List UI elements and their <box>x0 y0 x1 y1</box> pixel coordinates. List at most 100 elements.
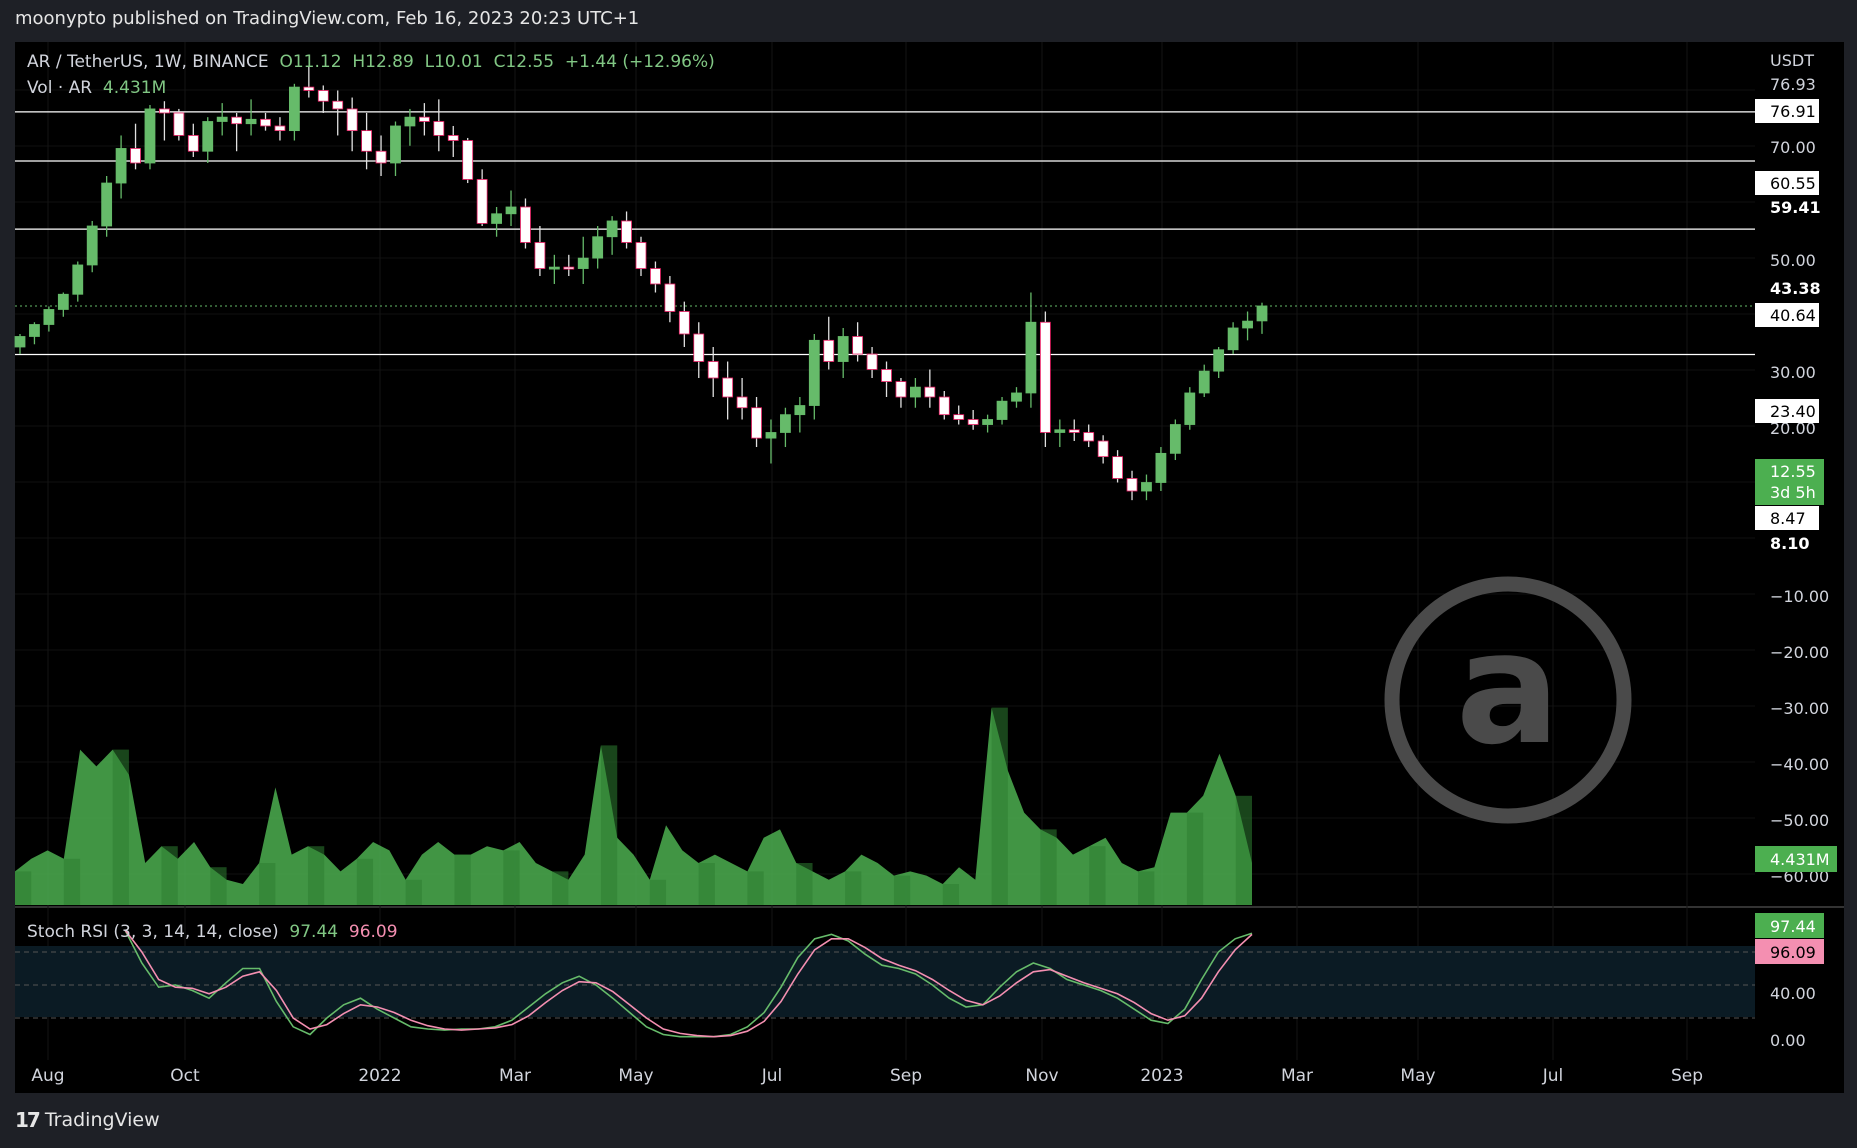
volume-bar <box>552 871 569 905</box>
volume-bar <box>405 879 422 905</box>
stoch-rsi-legend[interactable]: Stoch RSI (3, 3, 14, 14, close) 97.44 96… <box>27 922 398 942</box>
candle-body <box>346 108 358 132</box>
candle-body <box>332 100 344 110</box>
candle-body <box>1169 424 1181 454</box>
price-tick-label: −40.00 <box>1770 755 1829 774</box>
time-tick-label: May <box>1400 1066 1435 1086</box>
volume-bar <box>112 749 129 905</box>
stoch-rsi-d-value: 96.09 <box>348 922 398 942</box>
volume-bar <box>63 858 81 905</box>
candle-body <box>1068 429 1080 433</box>
price-level-box-label: 23.40 <box>1770 402 1816 421</box>
candle-body <box>14 336 26 348</box>
candle-body <box>1025 321 1037 394</box>
volume-bar <box>15 871 32 905</box>
candle-body <box>260 118 271 127</box>
candle-body <box>953 414 965 420</box>
candle-body <box>72 264 84 295</box>
candle-body <box>187 135 199 152</box>
candle-body <box>144 108 156 164</box>
volume-bar <box>649 879 667 905</box>
rsi-d-badge-label: 96.09 <box>1770 943 1816 962</box>
candle-body <box>520 206 531 243</box>
candle-body <box>837 336 849 362</box>
time-tick-label: Jul <box>1542 1066 1564 1086</box>
price-tick-label: −50.00 <box>1770 811 1829 830</box>
candle-body <box>967 419 979 425</box>
candle-body <box>288 86 300 132</box>
volume-bar <box>893 875 911 905</box>
candle-body <box>1097 440 1109 458</box>
candle-body <box>404 116 416 127</box>
price-level-box-label: 60.55 <box>1770 174 1816 193</box>
candle-body <box>86 225 98 266</box>
ohlc-close: C12.55 <box>493 52 555 72</box>
volume-bar <box>454 854 471 905</box>
candle-body <box>216 116 228 122</box>
candle-body <box>173 112 185 136</box>
candle-body <box>751 407 762 439</box>
time-tick-label: Mar <box>499 1066 531 1086</box>
candle-body <box>1039 321 1051 433</box>
candle-body <box>736 396 748 409</box>
candle-body <box>418 116 430 122</box>
ohlc-open: O11.12 <box>279 52 342 72</box>
candle-body <box>1155 452 1167 483</box>
time-tick-label: 2022 <box>358 1066 401 1086</box>
volume-bar <box>307 846 325 905</box>
candle-body <box>592 236 604 259</box>
candle-body <box>433 121 445 136</box>
footer[interactable]: 17 TradingView <box>15 1108 160 1132</box>
tradingview-logo-icon: 17 <box>15 1108 41 1132</box>
price-plain-label: 8.10 <box>1770 534 1809 553</box>
symbol-legend[interactable]: AR / TetherUS, 1W, BINANCE O11.12 H12.89… <box>27 52 715 72</box>
volume-bar <box>942 884 960 905</box>
candle-body <box>881 369 892 382</box>
candle-body <box>693 333 705 362</box>
volume-bar <box>1186 812 1204 905</box>
time-tick-label: Sep <box>1671 1066 1703 1086</box>
rsi-k-badge-label: 97.44 <box>1770 917 1816 936</box>
candle-body <box>101 182 113 227</box>
candle-body <box>375 150 387 164</box>
volume-legend[interactable]: Vol · AR 4.431M <box>27 78 166 98</box>
price-chart-svg[interactable]: a USDT76.9370.0050.0030.0020.00−10.00−20… <box>0 0 1857 1148</box>
volume-bar <box>1089 846 1106 905</box>
candle-body <box>794 405 806 416</box>
candle-body <box>43 309 55 325</box>
candle-body <box>115 148 127 184</box>
time-tick-label: Aug <box>31 1066 64 1086</box>
candle-body <box>491 213 502 224</box>
candle-body <box>852 336 864 355</box>
candle-body <box>621 220 632 243</box>
volume-bar <box>503 850 520 905</box>
candle-body <box>1213 349 1225 372</box>
volume-bar <box>845 871 862 905</box>
rsi-tick-label: 0.00 <box>1770 1031 1806 1050</box>
candle-body <box>635 242 647 269</box>
symbol-name: AR / TetherUS, 1W, BINANCE <box>27 52 269 72</box>
tradingview-brand: TradingView <box>44 1109 160 1131</box>
candle-body <box>317 90 329 102</box>
candle-body <box>1141 482 1152 492</box>
stoch-rsi-label: Stoch RSI (3, 3, 14, 14, close) <box>27 922 279 942</box>
volume-badge-label: 4.431M <box>1770 850 1830 869</box>
last-price-label: 12.55 <box>1770 462 1816 481</box>
time-tick-label: Nov <box>1025 1066 1058 1086</box>
candle-body <box>534 242 546 269</box>
candle-body <box>1083 432 1095 442</box>
price-level-box-label: 8.47 <box>1770 509 1806 528</box>
currency-label: USDT <box>1770 51 1814 70</box>
candle-body <box>361 130 373 152</box>
volume-bar <box>747 871 764 905</box>
volume-bar <box>1235 795 1252 905</box>
candle-body <box>707 361 719 379</box>
candle-body <box>447 135 459 141</box>
candle-body <box>303 86 315 91</box>
candle-body <box>1126 478 1138 492</box>
candle-body <box>130 148 141 164</box>
candle-body <box>1198 370 1210 394</box>
price-tick-label: 70.00 <box>1770 138 1816 157</box>
time-tick-label: 2023 <box>1140 1066 1183 1086</box>
volume-bar <box>259 863 276 905</box>
